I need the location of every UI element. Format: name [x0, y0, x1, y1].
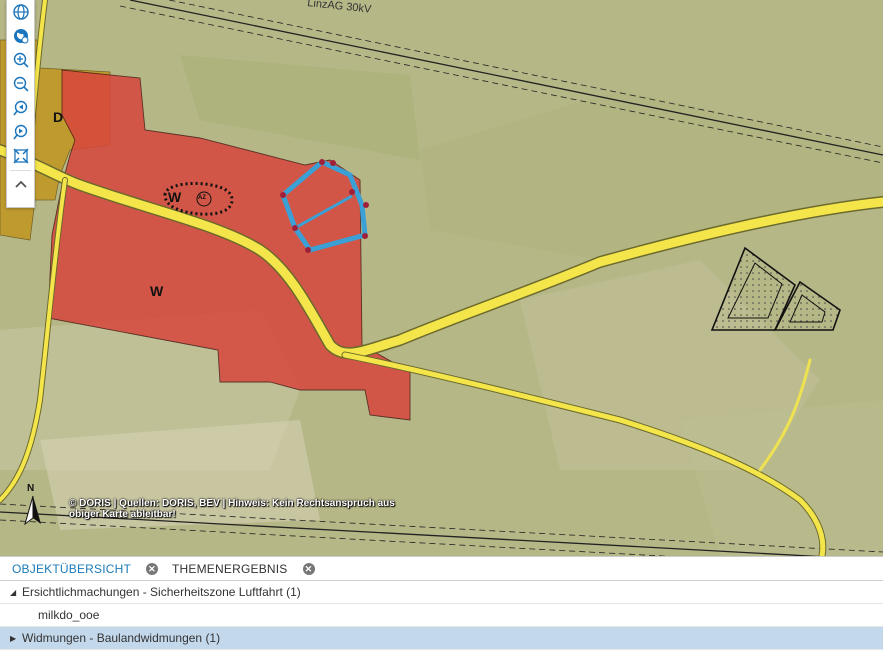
- full-extent-button[interactable]: [7, 144, 34, 168]
- tab-objektuebersicht-close-icon[interactable]: ✕: [146, 562, 159, 575]
- map-canvas[interactable]: [0, 0, 883, 556]
- globe-button[interactable]: [7, 0, 34, 24]
- zoom-previous-button[interactable]: [7, 96, 34, 120]
- tab-objektuebersicht[interactable]: OBJEKTÜBERSICHT ✕: [12, 561, 159, 576]
- full-extent-icon: [12, 148, 29, 164]
- result-group-label: Widmungen - Baulandwidmungen (1): [22, 631, 221, 645]
- result-item-label: milkdo_ooe: [38, 608, 100, 622]
- collapsed-triangle-icon[interactable]: ▶: [10, 634, 18, 643]
- result-panel: OBJEKTÜBERSICHT ✕ THEMENERGEBNIS ✕ ◢ Ers…: [0, 556, 883, 668]
- result-item-milkdo[interactable]: milkdo_ooe: [0, 604, 883, 627]
- map-view[interactable]: LinzAG 30kV D W W AZ N © DORIS | Quellen…: [0, 0, 883, 556]
- result-group-baulandwidmungen[interactable]: ▶ Widmungen - Baulandwidmungen (1): [0, 627, 883, 650]
- result-group-sicherheitszone[interactable]: ◢ Ersichtlichmachungen - Sicherheitszone…: [0, 581, 883, 604]
- zoom-next-icon: [12, 124, 27, 140]
- zoom-out-button[interactable]: [7, 72, 34, 96]
- toolbar-divider: [10, 170, 31, 171]
- tab-themenergebnis-label: THEMENERGEBNIS: [172, 561, 288, 576]
- zoom-previous-icon: [12, 100, 27, 116]
- tab-themenergebnis[interactable]: THEMENERGEBNIS ✕: [172, 561, 315, 576]
- zone-w-label: W: [150, 283, 164, 299]
- result-group-label: Ersichtlichmachungen - Sicherheitszone L…: [22, 585, 301, 599]
- expanded-triangle-icon[interactable]: ◢: [10, 588, 18, 597]
- tab-themenergebnis-close-icon[interactable]: ✕: [302, 562, 315, 575]
- globe-locate-button[interactable]: [7, 24, 34, 48]
- map-copyright: © DORIS | Quellen: DORIS, BEV | Hinweis:…: [69, 498, 395, 520]
- north-label: N: [27, 483, 35, 494]
- tab-objektuebersicht-label: OBJEKTÜBERSICHT: [12, 561, 132, 576]
- zoom-next-button[interactable]: [7, 120, 34, 144]
- globe-locate-icon: [13, 29, 28, 44]
- zone-w-small-label: W: [168, 189, 182, 205]
- zone-d-label: D: [53, 109, 64, 125]
- map-toolbar: [6, 0, 35, 208]
- zoom-in-icon: [13, 52, 29, 68]
- zoom-in-button[interactable]: [7, 48, 34, 72]
- zoom-out-icon: [13, 76, 29, 92]
- panel-tabs: OBJEKTÜBERSICHT ✕ THEMENERGEBNIS ✕: [0, 557, 883, 581]
- collapse-icon: [14, 180, 27, 188]
- az-label: AZ: [198, 195, 206, 201]
- collapse-toolbar-button[interactable]: [7, 173, 34, 197]
- globe-icon: [12, 4, 29, 20]
